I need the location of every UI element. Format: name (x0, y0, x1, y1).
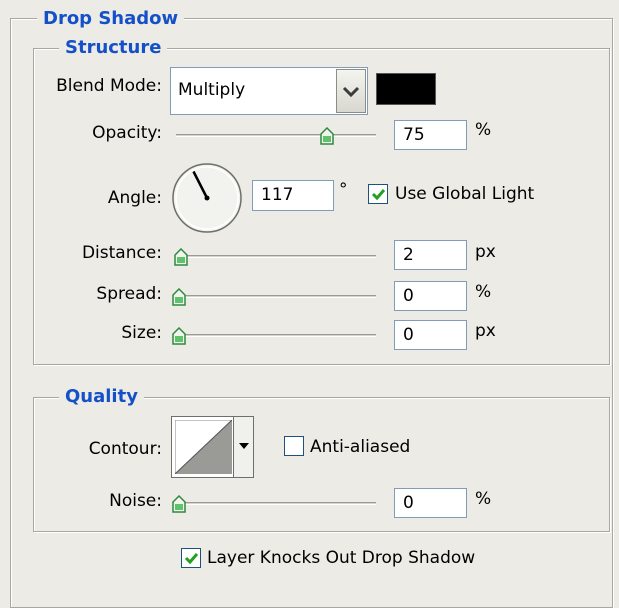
blend-mode-value: Multiply (178, 80, 246, 100)
angle-dial[interactable] (170, 161, 244, 235)
shadow-color-swatch[interactable] (376, 73, 436, 105)
contour-label: Contour: (88, 439, 162, 459)
size-slider-track[interactable] (176, 334, 376, 337)
spread-input[interactable]: 0 (394, 281, 467, 311)
opacity-slider-thumb[interactable] (320, 127, 334, 145)
angle-unit: ° (339, 180, 348, 200)
structure-title: Structure (59, 37, 168, 59)
quality-title: Quality (59, 386, 144, 408)
noise-slider-thumb[interactable] (172, 495, 186, 513)
noise-unit: % (475, 489, 492, 509)
distance-unit: px (475, 242, 496, 262)
size-unit: px (475, 321, 496, 341)
use-global-light-label[interactable]: Use Global Light (395, 183, 534, 205)
distance-slider-track[interactable] (176, 255, 376, 258)
drop-shadow-title: Drop Shadow (37, 8, 185, 30)
contour-dropdown-button[interactable] (233, 417, 253, 477)
anti-aliased-label[interactable]: Anti-aliased (310, 436, 410, 458)
spread-unit: % (475, 282, 492, 302)
distance-label: Distance: (81, 243, 162, 263)
checkmark-icon (184, 553, 199, 565)
noise-input[interactable]: 0 (394, 488, 467, 518)
anti-aliased-checkbox[interactable] (284, 436, 304, 456)
use-global-light-checkbox[interactable] (368, 184, 388, 204)
distance-slider-thumb[interactable] (174, 248, 188, 266)
opacity-unit: % (475, 120, 492, 140)
angle-input[interactable]: 117 (252, 180, 334, 211)
spread-label: Spread: (96, 284, 162, 304)
layer-knocks-out-label[interactable]: Layer Knocks Out Drop Shadow (207, 547, 475, 569)
distance-input[interactable]: 2 (394, 240, 467, 270)
contour-picker[interactable] (171, 416, 254, 478)
spread-slider-thumb[interactable] (172, 288, 186, 306)
spread-slider-track[interactable] (176, 295, 376, 298)
blend-mode-select[interactable]: Multiply (170, 67, 368, 115)
noise-label: Noise: (109, 491, 162, 511)
layer-knocks-out-checkbox[interactable] (181, 548, 201, 568)
angle-label: Angle: (107, 188, 162, 208)
chevron-down-icon (342, 86, 360, 98)
blend-mode-dropdown-button[interactable] (336, 69, 366, 113)
size-slider-thumb[interactable] (172, 327, 186, 345)
opacity-input[interactable]: 75 (394, 120, 467, 150)
size-label: Size: (121, 323, 162, 343)
checkmark-icon (371, 189, 386, 201)
noise-slider-track[interactable] (176, 502, 376, 505)
opacity-slider-track[interactable] (176, 134, 376, 137)
opacity-label: Opacity: (92, 123, 162, 143)
size-input[interactable]: 0 (394, 320, 467, 350)
blend-mode-label: Blend Mode: (56, 76, 162, 96)
triangle-down-icon (239, 443, 249, 449)
contour-preview (175, 420, 232, 474)
